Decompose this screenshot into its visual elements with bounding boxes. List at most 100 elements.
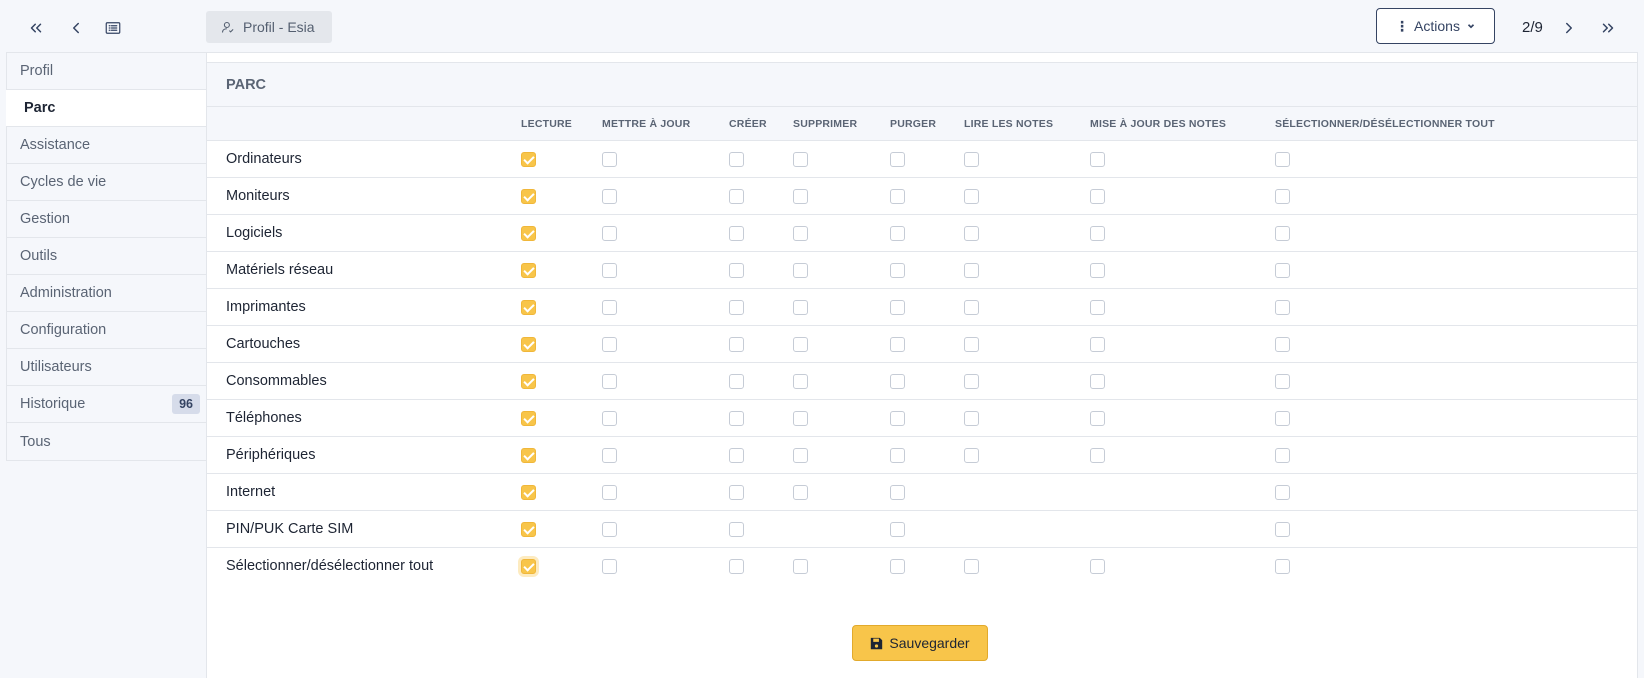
actions-button[interactable]: ⋮ Actions [1376, 8, 1495, 44]
profile-breadcrumb[interactable]: Profil - Esia [206, 11, 332, 43]
permission-checkbox[interactable] [1275, 337, 1290, 352]
permission-checkbox[interactable] [521, 559, 536, 574]
permission-checkbox[interactable] [1090, 300, 1105, 315]
permission-checkbox[interactable] [793, 559, 808, 574]
sidebar-item-tous[interactable]: Tous [7, 423, 206, 460]
permission-checkbox[interactable] [729, 226, 744, 241]
sidebar-item-utilisateurs[interactable]: Utilisateurs [7, 349, 206, 386]
permission-checkbox[interactable] [602, 374, 617, 389]
sidebar-item-parc[interactable]: Parc [6, 90, 206, 127]
sidebar-item-outils[interactable]: Outils [7, 238, 206, 275]
last-item-button[interactable] [1594, 14, 1622, 42]
permission-checkbox[interactable] [1275, 263, 1290, 278]
permission-checkbox[interactable] [793, 300, 808, 315]
permission-checkbox[interactable] [793, 337, 808, 352]
permission-checkbox[interactable] [1275, 485, 1290, 500]
permission-checkbox[interactable] [890, 485, 905, 500]
permission-checkbox[interactable] [729, 485, 744, 500]
sidebar-item-administration[interactable]: Administration [7, 275, 206, 312]
permission-checkbox[interactable] [964, 189, 979, 204]
permission-checkbox[interactable] [602, 189, 617, 204]
permission-checkbox[interactable] [521, 152, 536, 167]
permission-checkbox[interactable] [729, 263, 744, 278]
permission-checkbox[interactable] [964, 226, 979, 241]
permission-checkbox[interactable] [602, 263, 617, 278]
permission-checkbox[interactable] [1275, 300, 1290, 315]
permission-checkbox[interactable] [793, 152, 808, 167]
sidebar-item-cycles-de-vie[interactable]: Cycles de vie [7, 164, 206, 201]
sidebar-item-gestion[interactable]: Gestion [7, 201, 206, 238]
permission-checkbox[interactable] [729, 411, 744, 426]
permission-checkbox[interactable] [521, 522, 536, 537]
permission-checkbox[interactable] [1090, 189, 1105, 204]
permission-checkbox[interactable] [521, 226, 536, 241]
permission-checkbox[interactable] [1090, 411, 1105, 426]
permission-checkbox[interactable] [964, 374, 979, 389]
permission-checkbox[interactable] [1275, 189, 1290, 204]
permission-checkbox[interactable] [521, 337, 536, 352]
permission-checkbox[interactable] [1090, 374, 1105, 389]
permission-checkbox[interactable] [602, 226, 617, 241]
permission-checkbox[interactable] [521, 300, 536, 315]
permission-checkbox[interactable] [729, 559, 744, 574]
permission-checkbox[interactable] [1275, 522, 1290, 537]
permission-checkbox[interactable] [793, 263, 808, 278]
permission-checkbox[interactable] [1275, 374, 1290, 389]
permission-checkbox[interactable] [602, 411, 617, 426]
permission-checkbox[interactable] [890, 411, 905, 426]
permission-checkbox[interactable] [1275, 448, 1290, 463]
save-button[interactable]: Sauvegarder [852, 625, 988, 661]
permission-checkbox[interactable] [729, 152, 744, 167]
permission-checkbox[interactable] [1275, 152, 1290, 167]
permission-checkbox[interactable] [964, 300, 979, 315]
permission-checkbox[interactable] [1090, 152, 1105, 167]
permission-checkbox[interactable] [1090, 448, 1105, 463]
permission-checkbox[interactable] [1090, 559, 1105, 574]
permission-checkbox[interactable] [890, 522, 905, 537]
permission-checkbox[interactable] [793, 485, 808, 500]
permission-checkbox[interactable] [602, 485, 617, 500]
permission-checkbox[interactable] [602, 337, 617, 352]
permission-checkbox[interactable] [521, 485, 536, 500]
previous-item-button[interactable] [62, 14, 90, 42]
permission-checkbox[interactable] [729, 374, 744, 389]
permission-checkbox[interactable] [964, 337, 979, 352]
permission-checkbox[interactable] [964, 152, 979, 167]
permission-checkbox[interactable] [602, 448, 617, 463]
permission-checkbox[interactable] [729, 522, 744, 537]
permission-checkbox[interactable] [1275, 411, 1290, 426]
permission-checkbox[interactable] [793, 189, 808, 204]
permission-checkbox[interactable] [521, 411, 536, 426]
permission-checkbox[interactable] [793, 226, 808, 241]
permission-checkbox[interactable] [890, 559, 905, 574]
permission-checkbox[interactable] [890, 226, 905, 241]
sidebar-item-configuration[interactable]: Configuration [7, 312, 206, 349]
permission-checkbox[interactable] [890, 263, 905, 278]
permission-checkbox[interactable] [964, 411, 979, 426]
permission-checkbox[interactable] [890, 300, 905, 315]
permission-checkbox[interactable] [890, 152, 905, 167]
permission-checkbox[interactable] [964, 263, 979, 278]
next-item-button[interactable] [1555, 14, 1583, 42]
permission-checkbox[interactable] [521, 448, 536, 463]
sidebar-item-profil[interactable]: Profil [7, 53, 206, 90]
permission-checkbox[interactable] [793, 411, 808, 426]
sidebar-item-historique[interactable]: Historique 96 [7, 386, 206, 423]
permission-checkbox[interactable] [793, 374, 808, 389]
permission-checkbox[interactable] [890, 189, 905, 204]
permission-checkbox[interactable] [729, 300, 744, 315]
permission-checkbox[interactable] [1275, 559, 1290, 574]
permission-checkbox[interactable] [521, 263, 536, 278]
permission-checkbox[interactable] [1090, 263, 1105, 278]
permission-checkbox[interactable] [964, 559, 979, 574]
permission-checkbox[interactable] [1275, 226, 1290, 241]
permission-checkbox[interactable] [521, 374, 536, 389]
permission-checkbox[interactable] [793, 448, 808, 463]
permission-checkbox[interactable] [890, 337, 905, 352]
permission-checkbox[interactable] [964, 448, 979, 463]
permission-checkbox[interactable] [602, 300, 617, 315]
permission-checkbox[interactable] [602, 522, 617, 537]
permission-checkbox[interactable] [890, 448, 905, 463]
permission-checkbox[interactable] [1090, 226, 1105, 241]
permission-checkbox[interactable] [1090, 337, 1105, 352]
